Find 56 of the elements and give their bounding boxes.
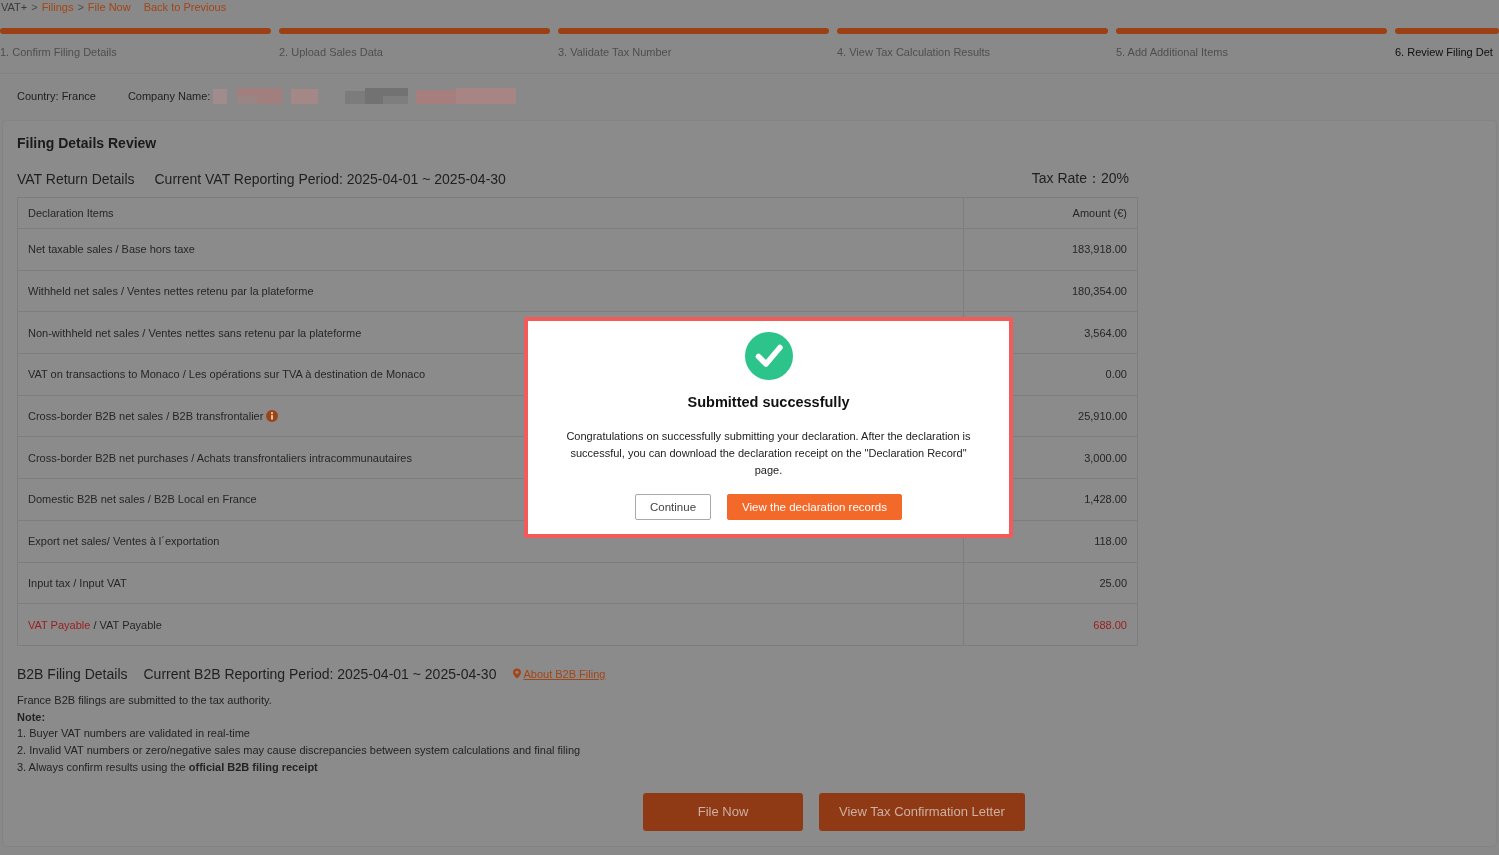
company-name-label: Company Name: (127, 90, 211, 102)
note-label: Note: (17, 709, 47, 725)
dialog-primary-button[interactable]: View the declaration records (727, 494, 902, 520)
note-text: 3. Always confirm results using the official B2B filing receipt (17, 759, 319, 775)
about-b2b-link[interactable]: About B2B Filing (512, 667, 606, 680)
breadcrumb-item[interactable]: File Now (87, 0, 131, 14)
amount-value: 0.00 (1105, 368, 1127, 381)
reporting-period: Current VAT Reporting Period: 2025-04-01 ~ 2025-04-30 (154, 171, 506, 187)
note-text: France B2B filings are submitted to the tax authority. (17, 692, 273, 708)
info-icon (266, 410, 279, 423)
step-label: 6. Review Filing Det (1395, 45, 1493, 59)
step-label: 5. Add Additional Items (1116, 45, 1228, 59)
amount-value: 180,354.00 (1071, 285, 1127, 298)
amount-value: 183,918.00 (1071, 243, 1127, 256)
item-label: VAT Payable / VAT Payable (28, 618, 162, 631)
amount-value: 25.00 (1099, 576, 1127, 589)
item-label: Non-withheld net sales / Ventes nettes sans retenu par la plateforme (28, 326, 362, 339)
back-link[interactable]: Back to Previous (143, 0, 227, 14)
section-title: B2B Filing Details (17, 665, 128, 682)
item-label: VAT on transactions to Monaco / Les opérations sur TVA à destination de Monaco (28, 368, 426, 381)
item-label: Cross-border B2B net sales / B2B transfrontalier (28, 410, 264, 423)
dialog-title: Submitted successfully (687, 393, 850, 412)
country-label: Country: France (17, 90, 96, 102)
section-title: VAT Return Details (17, 171, 135, 187)
amount-value: 1,428.00 (1084, 493, 1127, 506)
amount-value: 118.00 (1094, 535, 1127, 548)
action-button[interactable]: View Tax Confirmation Letter (819, 792, 1025, 831)
column-header: Declaration Items (17, 197, 964, 229)
breadcrumb-item[interactable]: VAT+ (1, 0, 28, 14)
panel-title: Filing Details Review (17, 134, 158, 153)
item-label: Domestic B2B net sales / B2B Local en France (28, 493, 257, 506)
step-label: 1. Confirm Filing Details (0, 45, 117, 59)
item-label: Input tax / Input VAT (28, 576, 127, 589)
amount-value: 3,564.00 (1084, 326, 1127, 339)
breadcrumb-separator: > (31, 0, 38, 14)
item-label: Export net sales/ Ventes à l´exportation (28, 535, 220, 548)
check-circle-icon (744, 332, 793, 380)
amount-value: 3,000.00 (1084, 451, 1127, 464)
map-pin-icon (512, 668, 523, 680)
step-label: 2. Upload Sales Data (279, 45, 383, 59)
breadcrumb-item[interactable]: Filings (41, 0, 74, 14)
reporting-period: Current B2B Reporting Period: 2025-04-01 ~ 2025-04-30 (143, 665, 497, 682)
note-text: 2. Invalid VAT numbers or zero/negative sales may cause discrepancies between system calculations and final filing (17, 743, 582, 759)
item-label: Cross-border B2B net purchases / Achats transfrontaliers intracommunautaires (28, 451, 412, 464)
breadcrumb-separator: > (77, 0, 84, 14)
item-label: Withheld net sales / Ventes nettes retenu par la plateforme (28, 285, 314, 298)
note-text: 1. Buyer VAT numbers are validated in real-time (17, 726, 251, 742)
action-button[interactable]: File Now (643, 792, 803, 831)
dialog-button[interactable]: Continue (635, 494, 712, 520)
dialog-message: Congratulations on successfully submitting your declaration. After the declaration is successful, you can download the declaration receipt on the "Declaration Record" page. (565, 429, 972, 478)
amount-value: 25,910.00 (1078, 410, 1127, 423)
amount-value: 688.00 (1093, 618, 1127, 631)
tax-rate: Tax Rate：20% (1031, 170, 1129, 188)
column-header: Amount (€) (963, 197, 1138, 229)
item-label: Net taxable sales / Base hors taxe (28, 243, 195, 256)
step-label: 3. Validate Tax Number (558, 45, 672, 59)
